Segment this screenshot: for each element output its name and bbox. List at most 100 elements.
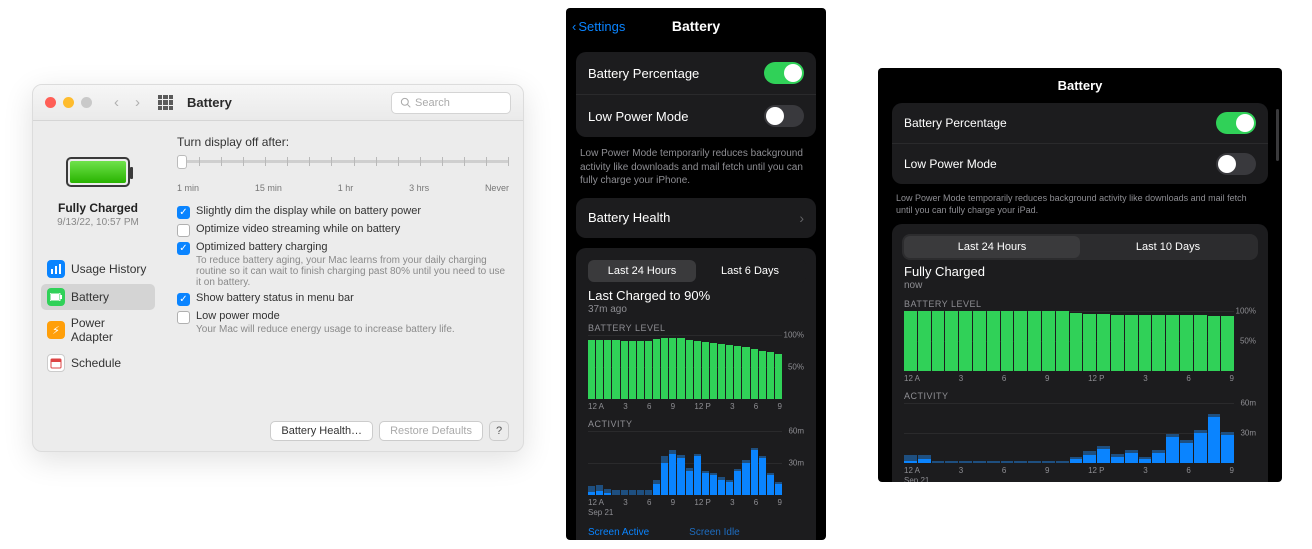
option-row: Low power mode Your Mac will reduce energ… — [177, 310, 509, 335]
page-title: Battery — [878, 68, 1282, 103]
zoom-icon[interactable] — [81, 97, 92, 108]
charge-sub: 37m ago — [588, 304, 804, 315]
battery-status-date: 9/13/22, 10:57 PM — [57, 217, 139, 228]
seg-last6days[interactable]: Last 6 Days — [696, 260, 804, 282]
search-placeholder: Search — [415, 97, 450, 109]
activity-heading: ACTIVITY — [904, 391, 1256, 401]
row-label: Low Power Mode — [904, 157, 997, 171]
slider-values: 1 min 15 min 1 hr 3 hrs Never — [177, 183, 509, 193]
battery-percentage-row: Battery Percentage — [576, 52, 816, 95]
chart-icon — [47, 260, 65, 278]
back-button[interactable]: ‹ Settings — [572, 19, 625, 34]
all-prefs-icon[interactable] — [158, 95, 173, 110]
option-label: Optimize video streaming while on batter… — [196, 223, 400, 235]
back-label: Settings — [578, 19, 625, 34]
help-button[interactable]: ? — [489, 421, 509, 441]
time-range-segment[interactable]: Last 24 Hours Last 10 Days — [902, 234, 1258, 260]
xaxis-date: Sep 21 — [904, 476, 1256, 482]
checkbox[interactable] — [177, 293, 190, 306]
checkbox[interactable] — [177, 206, 190, 219]
battery-small-icon — [47, 288, 65, 306]
search-input[interactable]: Search — [391, 92, 511, 114]
screen-idle-value: 49m — [689, 539, 740, 541]
charge-sub: now — [904, 280, 1256, 291]
restore-defaults-button: Restore Defaults — [379, 421, 483, 441]
sidebar-item-battery[interactable]: Battery — [41, 284, 155, 310]
option-row: Show battery status in menu bar — [177, 292, 509, 306]
level-heading: BATTERY LEVEL — [588, 323, 804, 333]
nav-back-icon[interactable]: ‹ — [110, 94, 123, 111]
row-label: Battery Health — [588, 210, 670, 225]
slider-knob[interactable] — [177, 155, 187, 169]
lpm-note: Low Power Mode temporarily reduces backg… — [892, 192, 1268, 216]
battery-icon — [66, 157, 130, 187]
window-controls[interactable] — [45, 97, 92, 108]
slider-label: Turn display off after: — [177, 135, 509, 149]
scrollbar[interactable] — [1276, 109, 1279, 161]
sidebar-item-schedule[interactable]: Schedule — [41, 350, 155, 376]
titlebar: ‹ › Battery Search — [33, 85, 523, 121]
charge-title: Last Charged to 90% — [588, 288, 804, 303]
calendar-icon — [47, 354, 65, 372]
activity-heading: ACTIVITY — [588, 419, 804, 429]
sidebar: Fully Charged 9/13/22, 10:57 PM Usage Hi… — [33, 121, 163, 451]
iphone-battery-settings: ‹ Settings Battery Battery Percentage Lo… — [566, 8, 826, 540]
row-label: Low Power Mode — [588, 109, 688, 124]
screen-active-label: Screen Active — [588, 527, 649, 538]
low-power-mode-toggle[interactable] — [1216, 153, 1256, 175]
option-row: Optimized battery charging To reduce batt… — [177, 241, 509, 288]
sidebar-item-usage-history[interactable]: Usage History — [41, 256, 155, 282]
ipad-battery-settings: Battery Battery Percentage Low Power Mod… — [878, 68, 1282, 482]
activity-chart: 60m 30m — [904, 403, 1256, 463]
lpm-note: Low Power Mode temporarily reduces backg… — [576, 147, 816, 188]
seg-last10days[interactable]: Last 10 Days — [1080, 236, 1256, 258]
battery-level-chart: 100% 50% — [904, 311, 1256, 371]
sidebar-label: Schedule — [71, 356, 121, 370]
display-off-slider[interactable] — [177, 155, 509, 181]
sidebar-label: Power Adapter — [71, 316, 149, 344]
screen-active-value: 8h 18m — [588, 539, 649, 541]
low-power-mode-row: Low Power Mode — [892, 144, 1268, 184]
option-row: Optimize video streaming while on batter… — [177, 223, 509, 237]
bolt-icon: ⚡︎ — [47, 321, 65, 339]
checkbox[interactable] — [177, 224, 190, 237]
battery-percentage-row: Battery Percentage — [892, 103, 1268, 144]
low-power-mode-row: Low Power Mode — [576, 95, 816, 137]
sidebar-label: Battery — [71, 290, 109, 304]
battery-level-chart: 100% 50% — [588, 335, 804, 399]
battery-health-button[interactable]: Battery Health… — [270, 421, 373, 441]
option-label: Low power mode — [196, 310, 455, 322]
low-power-mode-toggle[interactable] — [764, 105, 804, 127]
row-label: Battery Percentage — [904, 116, 1007, 130]
checkbox[interactable] — [177, 311, 190, 324]
sidebar-label: Usage History — [71, 262, 146, 276]
chevron-left-icon: ‹ — [572, 19, 576, 34]
option-row: Slightly dim the display while on batter… — [177, 205, 509, 219]
option-label: Slightly dim the display while on batter… — [196, 205, 421, 217]
option-subtext: Your Mac will reduce energy usage to inc… — [196, 324, 455, 335]
option-subtext: To reduce battery aging, your Mac learns… — [196, 255, 509, 288]
level-heading: BATTERY LEVEL — [904, 299, 1256, 309]
xaxis-date: Sep 21 — [588, 508, 804, 517]
sidebar-item-power-adapter[interactable]: ⚡︎ Power Adapter — [41, 312, 155, 348]
battery-health-row[interactable]: Battery Health › — [576, 198, 816, 238]
charge-title: Fully Charged — [904, 264, 1256, 279]
macos-battery-preferences: ‹ › Battery Search Fully Charged 9/13/22… — [32, 84, 524, 452]
close-icon[interactable] — [45, 97, 56, 108]
activity-chart: 60m 30m — [588, 431, 804, 495]
page-title: Battery — [672, 18, 720, 34]
chevron-right-icon: › — [799, 210, 804, 226]
time-range-segment[interactable]: Last 24 Hours Last 6 Days — [586, 258, 806, 284]
battery-status: Fully Charged — [58, 201, 138, 215]
screen-idle-label: Screen Idle — [689, 527, 740, 538]
battery-percentage-toggle[interactable] — [1216, 112, 1256, 134]
search-icon — [400, 97, 411, 108]
main-panel: Turn display off after: 1 min 15 min 1 h… — [163, 121, 523, 451]
window-title: Battery — [187, 95, 232, 110]
option-label: Optimized battery charging — [196, 241, 509, 253]
seg-last24[interactable]: Last 24 Hours — [588, 260, 696, 282]
checkbox[interactable] — [177, 242, 190, 255]
seg-last24[interactable]: Last 24 Hours — [904, 236, 1080, 258]
battery-percentage-toggle[interactable] — [764, 62, 804, 84]
minimize-icon[interactable] — [63, 97, 74, 108]
